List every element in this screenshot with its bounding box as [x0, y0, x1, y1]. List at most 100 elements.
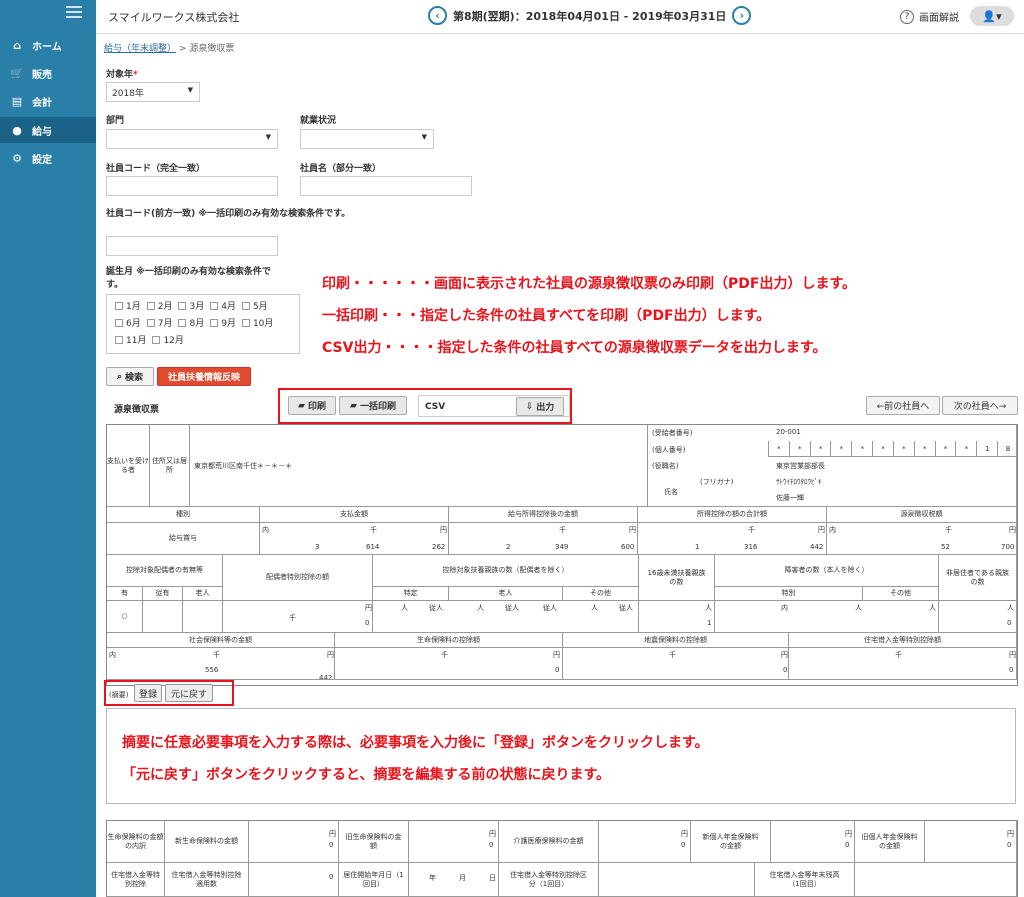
dependents-header: 控除対象扶養親族の数（配偶者を除く） — [373, 555, 639, 587]
department-select[interactable]: ▼ — [106, 129, 278, 149]
dependents-values: 人従人 人従人 従人 人従人 — [373, 601, 639, 633]
month-checkbox[interactable]: 5月 — [241, 299, 268, 312]
birth-month-checkboxes: 1月 2月 3月 4月 5月 6月 7月 8月 9月 10月 11月 12月 — [106, 294, 300, 354]
employee-code-prefix-input[interactable] — [106, 236, 278, 256]
old-pension-value: 円0 — [925, 821, 1017, 863]
next-period-icon[interactable]: › — [732, 6, 752, 25]
annotation-register: 摘要に任意必要事項を入力する際は、必要事項を入力後に「登録」ボタンをクリックしま… — [122, 735, 709, 751]
after-deduction-amount: 千円 2 349 600 — [449, 523, 638, 555]
chevron-down-icon: ▼ — [187, 86, 193, 94]
month-checkbox[interactable]: 4月 — [210, 299, 236, 312]
name-label: 氏名 — [664, 488, 678, 496]
month-checkbox[interactable]: 3月 — [178, 299, 204, 312]
home-icon: ⌂ — [13, 38, 21, 52]
employee-name-label: 社員名（部分一致） — [300, 164, 382, 174]
employee-code-label: 社員コード（完全一致） — [106, 164, 206, 174]
personal-no-digit: 1 — [976, 441, 998, 457]
old-pension-label: 旧個人年金保険料の金額 — [855, 821, 925, 863]
loan-kind-value — [599, 863, 755, 897]
sidebar-item-accounting[interactable]: ▤ 会計 — [0, 88, 96, 114]
memo-textarea[interactable] — [106, 708, 1016, 804]
specific-header: 特定 — [373, 587, 449, 601]
prev-period-icon[interactable]: ‹ — [428, 6, 447, 25]
breadcrumb-separator: > — [178, 44, 187, 54]
prev-employee-button[interactable]: ←前の社員へ — [866, 396, 940, 415]
disabled-header: 障害者の数（本人を除く） — [715, 555, 939, 587]
personal-no-digit: * — [788, 441, 810, 457]
nonresident-value: 人0 — [939, 601, 1017, 633]
under16-header: 16歳未満扶養親族の数 — [639, 555, 715, 601]
housing-loan-header: 住宅借入金等特別控除額 — [789, 633, 1017, 648]
sidebar-item-home[interactable]: ⌂ ホーム — [0, 32, 96, 58]
recipient-no-label: (受給者番号) — [652, 429, 693, 437]
new-pension-value: 円0 — [771, 821, 855, 863]
life-breakdown-label: 生命保険料の金額の内訳 — [107, 821, 165, 863]
menu-toggle-icon[interactable] — [66, 6, 82, 18]
annotation-revert: 「元に戻す」ボタンをクリックすると、摘要を編集する前の状態に戻ります。 — [122, 767, 611, 783]
sidebar-item-label: 給与 — [32, 126, 52, 138]
month-checkbox[interactable]: 7月 — [146, 316, 172, 329]
personal-no-digit: * — [955, 441, 977, 457]
breadcrumb-link[interactable]: 給与（年末調整） — [104, 44, 176, 54]
money-bag-icon: ● — [12, 123, 22, 137]
personal-no-digit: * — [851, 441, 873, 457]
personal-no-digit: 8 — [997, 441, 1018, 457]
personal-no-digit: * — [934, 441, 956, 457]
user-menu-button[interactable]: 👤▾ — [970, 6, 1014, 26]
spouse-special-amount: 千円0 — [223, 601, 373, 633]
tax-header: 源泉徴収税額 — [827, 507, 1017, 523]
personal-no-digits: * * * * * * * * * * 1 8 — [768, 441, 1018, 457]
chevron-down-icon: ▼ — [421, 133, 427, 141]
employee-name-input[interactable] — [300, 176, 472, 196]
housing-loan-amount: 千円0 — [789, 648, 1017, 680]
year-select[interactable]: 2018年 ▼ — [106, 82, 200, 102]
personal-no-digit: * — [913, 441, 935, 457]
month-checkbox[interactable]: 11月 — [115, 333, 146, 346]
personal-no-digit: * — [809, 441, 831, 457]
new-life-value: 円0 — [249, 821, 339, 863]
earthquake-insurance-amount: 千円0 — [563, 648, 789, 680]
sidebar-item-label: 会計 — [32, 97, 52, 109]
other-header: その他 — [563, 587, 639, 601]
department-label: 部門 — [106, 116, 125, 126]
employment-status-label: 就業状況 — [300, 116, 337, 126]
highlight-frame — [278, 388, 572, 424]
month-checkbox[interactable]: 12月 — [152, 333, 184, 346]
spouse-circle: ○ — [107, 601, 143, 633]
breadcrumb: 給与（年末調整） > 源泉徴収票 — [104, 41, 234, 54]
month-checkbox[interactable]: 6月 — [115, 316, 141, 329]
loan-count-label: 住宅借入金等特別控除適用数 — [165, 863, 249, 897]
recipient-block — [648, 425, 1017, 507]
new-pension-label: 新個人年金保険料の金額 — [691, 821, 771, 863]
month-checkbox[interactable]: 9月 — [210, 316, 236, 329]
next-employee-button[interactable]: 次の社員へ→ — [942, 396, 1018, 415]
search-button[interactable]: ⌕ 検索 — [106, 367, 154, 386]
month-checkbox[interactable]: 1月 — [115, 299, 141, 312]
reflect-dependents-button[interactable]: 社員扶養情報反映 — [157, 367, 251, 386]
after-deduction-header: 給与所得控除後の金額 — [449, 507, 638, 523]
sidebar-item-payroll[interactable]: ● 給与 — [0, 117, 96, 143]
sidebar-item-sales[interactable]: 🛒 販売 — [0, 60, 96, 86]
month-checkbox[interactable]: 2月 — [146, 299, 172, 312]
loan-balance-label: 住宅借入金等年末残高（1回目） — [755, 863, 855, 897]
ledger-icon: ▤ — [11, 94, 23, 108]
sidebar-item-settings[interactable]: ⚙ 設定 — [0, 145, 96, 171]
employee-code-input[interactable] — [106, 176, 278, 196]
life-insurance-amount: 千円0 — [335, 648, 563, 680]
social-insurance-amount: 内千円 556 442 — [107, 648, 335, 680]
month-checkbox[interactable]: 10月 — [241, 316, 273, 329]
employment-status-select[interactable]: ▼ — [300, 129, 434, 149]
new-life-label: 新生命保険料の金額 — [165, 821, 249, 863]
kind-header: 種別 — [107, 507, 260, 523]
spouse-elderly-header: 老人 — [183, 587, 223, 601]
sidebar: ⌂ ホーム 🛒 販売 ▤ 会計 ● 給与 ⚙ 設定 — [0, 0, 96, 897]
old-life-label: 旧生命保険料の金額 — [339, 821, 409, 863]
help-link[interactable]: ? 画面解説 — [900, 9, 959, 24]
spouse-juu-header: 従有 — [143, 587, 183, 601]
care-insurance-label: 介護医療保険料の金額 — [499, 821, 599, 863]
earthquake-insurance-header: 地震保険料の控除額 — [563, 633, 789, 648]
personal-no-digit: * — [872, 441, 893, 457]
personal-no-digit: * — [892, 441, 914, 457]
month-checkbox[interactable]: 8月 — [178, 316, 204, 329]
spouse-elderly-value — [183, 601, 223, 633]
